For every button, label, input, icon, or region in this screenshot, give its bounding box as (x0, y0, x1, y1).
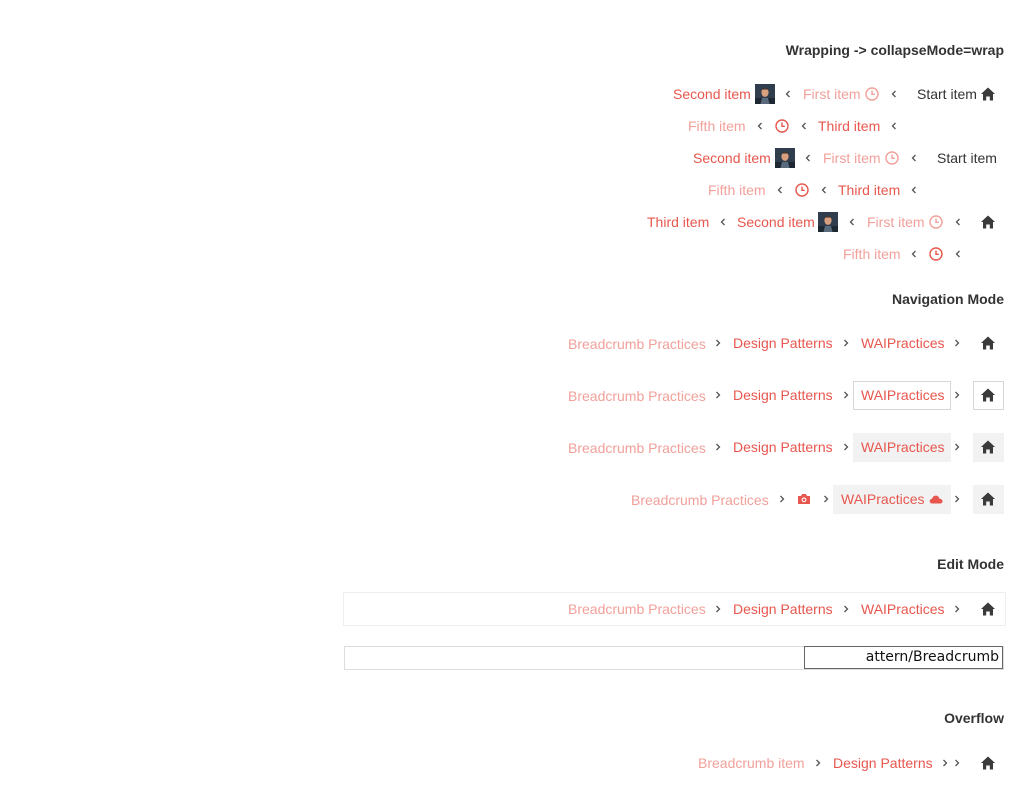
chevron-right-icon (952, 604, 962, 614)
avatar-image (818, 212, 838, 232)
chevron-left-icon (909, 249, 919, 259)
clock-icon (884, 150, 900, 166)
breadcrumb-item-fifth[interactable]: Fifth item (688, 118, 746, 134)
avatar-image (755, 84, 775, 104)
section-title-edit: Edit Mode (937, 556, 1004, 572)
clock-icon[interactable] (774, 118, 790, 134)
chevron-left-icon (718, 217, 728, 227)
chevron-right-icon (713, 338, 723, 348)
chevron-left-icon (755, 121, 765, 131)
home-icon[interactable] (980, 214, 996, 230)
chevron-left-icon (799, 121, 809, 131)
section-title-navigation: Navigation Mode (891, 291, 1004, 307)
chevron-left-icon (909, 153, 919, 163)
home-icon[interactable] (980, 387, 996, 403)
breadcrumb-item-waipractices[interactable]: WAIPractices (841, 491, 925, 507)
chevron-left-icon (775, 185, 785, 195)
breadcrumb-item-waipractices[interactable]: WAIPractices (861, 335, 945, 351)
breadcrumb-item-first[interactable]: First item (823, 150, 881, 166)
breadcrumb-item-second[interactable]: Second item (737, 214, 815, 230)
breadcrumb-item-third[interactable]: Third item (838, 182, 900, 198)
home-icon[interactable] (980, 335, 996, 351)
chevron-left-icon (889, 89, 899, 99)
chevron-right-icon (952, 338, 962, 348)
chevron-left-icon (803, 153, 813, 163)
clock-icon[interactable] (794, 182, 810, 198)
chevron-right-icon (952, 390, 962, 400)
chevron-right-icon (940, 758, 950, 768)
clock-icon[interactable] (928, 246, 944, 262)
avatar-image (775, 148, 795, 168)
chevron-right-icon (841, 604, 851, 614)
breadcrumb-item-practices[interactable]: Breadcrumb Practices (568, 336, 706, 352)
chevron-right-icon (821, 494, 831, 504)
breadcrumb-item-design-patterns[interactable]: Design Patterns (733, 601, 833, 617)
chevron-right-icon (813, 758, 823, 768)
breadcrumb-item-design-patterns[interactable]: Design Patterns (733, 335, 833, 351)
breadcrumb-item-fifth[interactable]: Fifth item (843, 246, 901, 262)
cloud-icon (928, 491, 944, 507)
breadcrumb-item-start[interactable]: Start item (917, 86, 977, 102)
breadcrumb-item-practices[interactable]: Breadcrumb Practices (631, 492, 769, 508)
breadcrumb-item-design-patterns[interactable]: Design Patterns (733, 439, 833, 455)
chevron-left-icon (783, 89, 793, 99)
chevron-right-icon (841, 390, 851, 400)
chevron-left-icon (889, 121, 899, 131)
breadcrumb-item-overflow[interactable]: Breadcrumb item (698, 755, 805, 771)
breadcrumb-item-waipractices[interactable]: WAIPractices (861, 601, 945, 617)
breadcrumb-item-practices[interactable]: Breadcrumb Practices (568, 440, 706, 456)
chevron-right-icon (952, 494, 962, 504)
chevron-right-icon (952, 442, 962, 452)
chevron-right-icon (713, 442, 723, 452)
chevron-right-icon (713, 604, 723, 614)
breadcrumb-item-second[interactable]: Second item (673, 86, 751, 102)
breadcrumb-item-third[interactable]: Third item (818, 118, 880, 134)
clock-icon (928, 214, 944, 230)
section-title-wrapping: Wrapping -> collapseMode=wrap (785, 42, 1004, 58)
chevron-left-icon (847, 217, 857, 227)
chevron-right-icon (841, 338, 851, 348)
home-icon[interactable] (980, 86, 996, 102)
breadcrumb-item-practices[interactable]: Breadcrumb Practices (568, 388, 706, 404)
home-icon[interactable] (980, 439, 996, 455)
breadcrumb-item-first[interactable]: First item (803, 86, 861, 102)
chevron-right-icon (713, 390, 723, 400)
breadcrumb-item-design-patterns[interactable]: Design Patterns (833, 755, 933, 771)
chevron-left-icon (909, 185, 919, 195)
breadcrumb-item-fifth[interactable]: Fifth item (708, 182, 766, 198)
chevron-right-icon (841, 442, 851, 452)
breadcrumb-item-first[interactable]: First item (867, 214, 925, 230)
section-title-overflow: Overflow (944, 710, 1004, 726)
breadcrumb-item-second[interactable]: Second item (693, 150, 771, 166)
breadcrumb-item-third[interactable]: Third item (647, 214, 709, 230)
breadcrumb-item-design-patterns[interactable]: Design Patterns (733, 387, 833, 403)
breadcrumb-item-start[interactable]: Start item (937, 150, 997, 166)
camera-icon[interactable] (796, 491, 812, 507)
home-icon[interactable] (980, 491, 996, 507)
chevron-left-icon (819, 185, 829, 195)
breadcrumb-item-waipractices[interactable]: WAIPractices (861, 387, 945, 403)
chevron-right-icon (777, 494, 787, 504)
path-input[interactable]: attern/Breadcrumb Practices (804, 646, 1003, 669)
chevron-right-icon (952, 758, 962, 768)
clock-icon (864, 86, 880, 102)
breadcrumb-item-waipractices[interactable]: WAIPractices (861, 439, 945, 455)
home-icon[interactable] (980, 755, 996, 771)
chevron-left-icon (953, 217, 963, 227)
chevron-left-icon (953, 249, 963, 259)
home-icon[interactable] (980, 601, 996, 617)
breadcrumb-item-practices[interactable]: Breadcrumb Practices (568, 601, 706, 617)
